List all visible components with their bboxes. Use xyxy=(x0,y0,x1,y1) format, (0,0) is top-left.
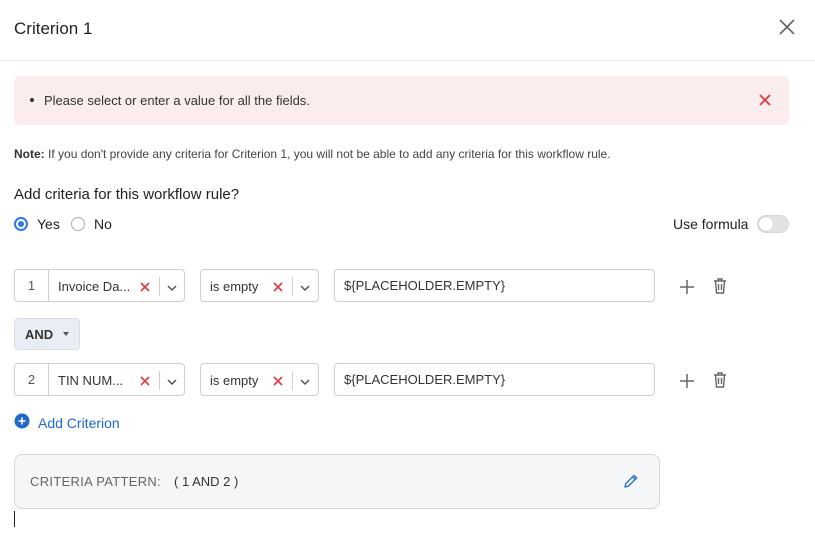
trash-icon[interactable] xyxy=(712,277,728,295)
add-criterion-button[interactable]: Add Criterion xyxy=(14,413,120,434)
chevron-down-icon[interactable] xyxy=(166,281,178,293)
error-alert: Please select or enter a value for all t… xyxy=(14,76,789,125)
add-row-icon[interactable] xyxy=(679,279,695,295)
chevron-down-icon[interactable] xyxy=(166,375,178,387)
close-icon[interactable] xyxy=(777,17,797,37)
criteria-pattern-value: ( 1 AND 2 ) xyxy=(174,474,239,489)
radio-no-label: No xyxy=(94,216,112,232)
chevron-down-icon[interactable] xyxy=(299,281,311,293)
field-select-value: Invoice Da... xyxy=(58,279,131,294)
bullet-icon xyxy=(30,98,34,102)
criteria-pattern-label: CRITERIA PATTERN: xyxy=(30,474,162,489)
operator-value: is empty xyxy=(210,279,259,294)
use-formula-label: Use formula xyxy=(673,216,749,232)
plus-circle-icon xyxy=(14,413,30,434)
operator-select[interactable]: is empty xyxy=(200,269,319,302)
radio-yes[interactable]: Yes xyxy=(14,215,60,233)
add-row-icon[interactable] xyxy=(679,373,695,389)
radio-yes-label: Yes xyxy=(37,216,60,232)
criteria-question: Add criteria for this workflow rule? xyxy=(14,186,240,203)
dialog-header: Criterion 1 xyxy=(0,0,815,61)
radio-yes-circle[interactable] xyxy=(14,217,28,231)
radio-no-circle[interactable] xyxy=(71,217,85,231)
alert-close-icon[interactable] xyxy=(758,93,772,107)
pencil-icon[interactable] xyxy=(623,473,639,489)
clear-field-icon[interactable] xyxy=(139,374,151,386)
clear-field-icon[interactable] xyxy=(139,280,151,292)
note-text: Note: If you don't provide any criteria … xyxy=(14,147,611,161)
field-select[interactable]: 1 Invoice Da... xyxy=(14,269,185,302)
divider xyxy=(159,277,160,296)
note-body: If you don't provide any criteria for Cr… xyxy=(48,147,611,161)
criteria-pattern-box: CRITERIA PATTERN: ( 1 AND 2 ) xyxy=(14,454,660,509)
text-cursor xyxy=(14,511,15,527)
field-select[interactable]: 2 TIN NUM... xyxy=(14,363,185,396)
connector-dropdown[interactable]: AND xyxy=(14,318,80,350)
note-label: Note: xyxy=(14,147,45,161)
connector-label: AND xyxy=(25,327,54,342)
clear-operator-icon[interactable] xyxy=(272,280,284,292)
divider xyxy=(292,371,293,390)
operator-value: is empty xyxy=(210,373,259,388)
criterion-row-2: 2 TIN NUM... is empty ${PLACEHOLDER.EMPT… xyxy=(14,363,734,396)
caret-down-icon xyxy=(63,332,69,336)
use-formula-toggle[interactable] xyxy=(757,215,789,233)
alert-message: Please select or enter a value for all t… xyxy=(44,93,310,108)
divider xyxy=(292,277,293,296)
field-select-value: TIN NUM... xyxy=(58,373,123,388)
radio-no[interactable]: No xyxy=(71,215,112,233)
add-criterion-label: Add Criterion xyxy=(38,415,120,431)
clear-operator-icon[interactable] xyxy=(272,374,284,386)
trash-icon[interactable] xyxy=(712,371,728,389)
criterion-number: 1 xyxy=(15,270,49,301)
chevron-down-icon[interactable] xyxy=(299,375,311,387)
value-input[interactable]: ${PLACEHOLDER.EMPTY} xyxy=(334,269,655,302)
divider xyxy=(159,371,160,390)
dialog-title: Criterion 1 xyxy=(14,19,93,38)
value-input[interactable]: ${PLACEHOLDER.EMPTY} xyxy=(334,363,655,396)
criterion-row-1: 1 Invoice Da... is empty ${PLACEHOLDER.E… xyxy=(14,269,734,302)
criterion-number: 2 xyxy=(15,364,49,395)
operator-select[interactable]: is empty xyxy=(200,363,319,396)
